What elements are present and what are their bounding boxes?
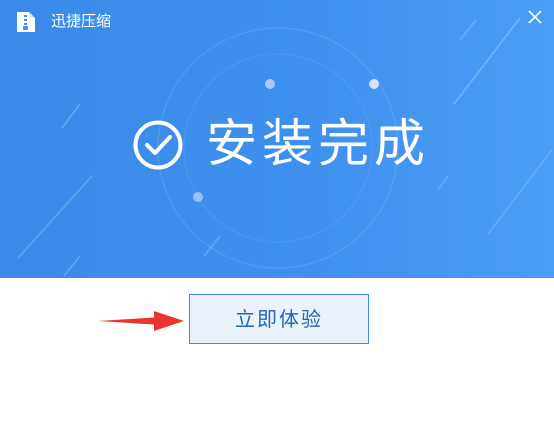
zip-file-icon xyxy=(17,12,35,32)
completion-message: 安装完成 xyxy=(132,112,430,178)
installer-window: 迅捷压缩 安装完成 立即体验 xyxy=(0,0,554,425)
app-title: 迅捷压缩 xyxy=(51,12,112,30)
banner: 迅捷压缩 安装完成 xyxy=(0,0,554,278)
red-arrow-icon xyxy=(98,311,184,331)
start-now-button[interactable]: 立即体验 xyxy=(189,294,369,344)
title-bar[interactable]: 迅捷压缩 xyxy=(0,0,554,40)
check-circle-icon xyxy=(133,120,183,170)
close-icon[interactable] xyxy=(522,6,548,28)
install-complete-title: 安装完成 xyxy=(206,115,431,174)
